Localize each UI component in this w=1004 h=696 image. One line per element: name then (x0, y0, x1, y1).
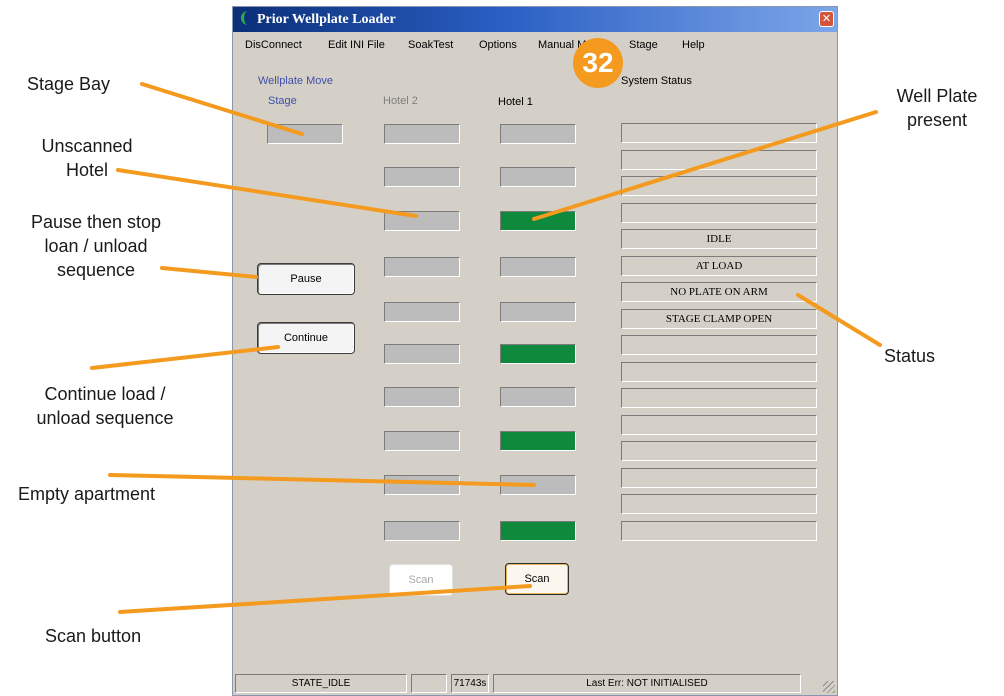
hotel1-slot-3[interactable] (500, 211, 576, 231)
wellplate-move-label: Wellplate Move (258, 75, 333, 87)
menu-stage[interactable]: Stage (629, 33, 658, 58)
state-panel: STATE_IDLE (235, 674, 407, 693)
callout-unscanned-hotel: Unscanned Hotel (22, 134, 152, 182)
menu-soaktest[interactable]: SoakTest (408, 33, 453, 58)
stage-bay-slot[interactable] (267, 124, 343, 144)
hotel2-slot-8[interactable] (384, 431, 460, 451)
status-cell (621, 123, 817, 143)
hotel1-slot-2[interactable] (500, 167, 576, 187)
callout-status: Status (884, 346, 936, 366)
hotel2-slot-2[interactable] (384, 167, 460, 187)
callout-line: loan / unload (44, 236, 148, 256)
callout-scan-button: Scan button (45, 626, 142, 646)
hotel1-slot-1[interactable] (500, 124, 576, 144)
status-bar: STATE_IDLE 71743s Last Err: NOT INITIALI… (233, 672, 837, 695)
hotel2-slot-6[interactable] (384, 344, 460, 364)
status-cell: NO PLATE ON ARM (621, 282, 817, 302)
callout-well-plate-present: Well Plate present (878, 84, 996, 132)
callout-line: unload sequence (36, 408, 174, 428)
callout-pause: Pause then stop loan / unload sequence (0, 210, 192, 282)
scan-hotel2-button[interactable]: Scan (389, 564, 453, 596)
hotel2-slot-10[interactable] (384, 521, 460, 541)
status-cell (621, 203, 817, 223)
menu-disconnect[interactable]: DisConnect (245, 33, 302, 58)
menu-options[interactable]: Options (479, 33, 517, 58)
stage-column-label: Stage (268, 95, 297, 107)
hotel1-slot-9[interactable] (500, 475, 576, 495)
wellplate-loader-window: Prior Wellplate Loader ✕ DisConnect Edit… (232, 6, 838, 696)
hotel2-slot-4[interactable] (384, 257, 460, 277)
status-cell (621, 335, 817, 355)
callout-line: sequence (56, 260, 136, 280)
hotel2-slot-7[interactable] (384, 387, 460, 407)
status-cell (621, 441, 817, 461)
hotel2-slot-1[interactable] (384, 124, 460, 144)
callout-line: present (906, 110, 968, 130)
blank-panel (411, 674, 447, 693)
callout-line: Pause then stop (30, 212, 162, 232)
callout-line: Unscanned (41, 136, 133, 156)
status-cell (621, 468, 817, 488)
status-cell: IDLE (621, 229, 817, 249)
hotel2-slot-9[interactable] (384, 475, 460, 495)
hotel2-column-label: Hotel 2 (383, 95, 418, 107)
hotel1-slot-7[interactable] (500, 387, 576, 407)
hotel1-slot-4[interactable] (500, 257, 576, 277)
continue-button[interactable]: Continue (257, 322, 355, 354)
status-cell: AT LOAD (621, 256, 817, 276)
hotel1-slot-5[interactable] (500, 302, 576, 322)
app-icon (241, 11, 253, 25)
system-status-label: System Status (621, 75, 692, 87)
resize-grip-icon[interactable] (823, 681, 835, 693)
status-cell (621, 494, 817, 514)
status-cell (621, 388, 817, 408)
callout-line: Well Plate (896, 86, 978, 106)
page-number-badge: 32 (573, 38, 623, 88)
time-panel: 71743s (451, 674, 489, 693)
status-cell (621, 521, 817, 541)
menu-bar: DisConnect Edit INI File SoakTest Option… (233, 33, 837, 58)
status-cell (621, 415, 817, 435)
error-panel: Last Err: NOT INITIALISED (493, 674, 801, 693)
status-cell (621, 150, 817, 170)
callout-continue: Continue load / unload sequence (0, 382, 210, 430)
scan-hotel1-button[interactable]: Scan (505, 563, 569, 595)
callout-line: Hotel (65, 160, 109, 180)
hotel2-slot-3[interactable] (384, 211, 460, 231)
title-bar: Prior Wellplate Loader ✕ (233, 7, 837, 32)
hotel2-slot-5[interactable] (384, 302, 460, 322)
hotel1-slot-8[interactable] (500, 431, 576, 451)
status-cell: STAGE CLAMP OPEN (621, 309, 817, 329)
close-icon[interactable]: ✕ (819, 11, 834, 27)
hotel1-column-label: Hotel 1 (498, 96, 533, 108)
menu-edit-ini[interactable]: Edit INI File (328, 33, 385, 58)
hotel1-slot-6[interactable] (500, 344, 576, 364)
status-cell (621, 176, 817, 196)
window-title: Prior Wellplate Loader (257, 12, 396, 27)
callout-line: Continue load / (44, 384, 166, 404)
status-cell (621, 362, 817, 382)
menu-help[interactable]: Help (682, 33, 705, 58)
hotel1-slot-10[interactable] (500, 521, 576, 541)
callout-stage-bay: Stage Bay (27, 74, 111, 94)
pause-button[interactable]: Pause (257, 263, 355, 295)
callout-empty-apartment: Empty apartment (18, 484, 156, 504)
